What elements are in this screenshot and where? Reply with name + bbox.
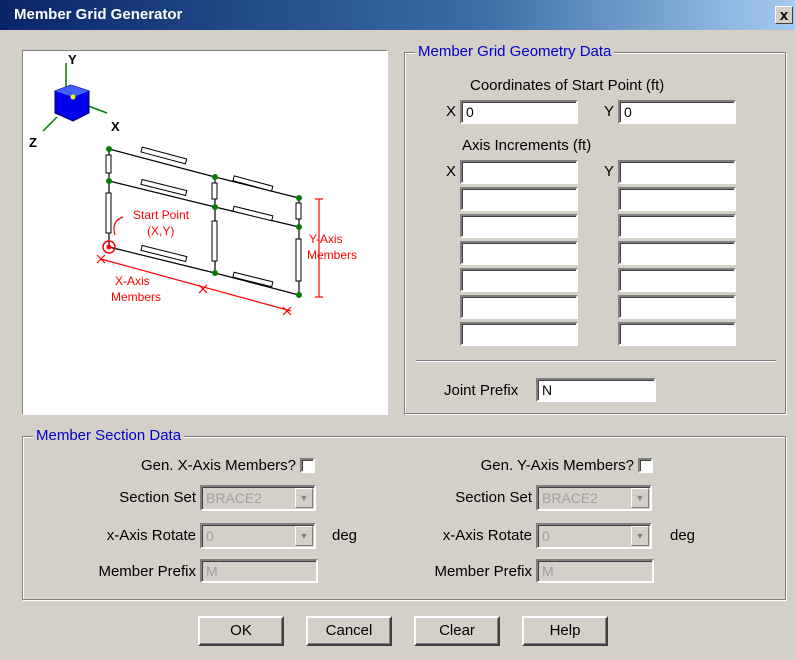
- grid-diagram-panel: Y X Z Start Point (X,Y) Y-Axis Members X…: [22, 50, 388, 415]
- y-increment-input[interactable]: [618, 214, 736, 238]
- chevron-down-icon[interactable]: ▼: [631, 526, 649, 546]
- cancel-button[interactable]: Cancel: [306, 616, 392, 646]
- y-member-prefix-label: Member Prefix: [434, 563, 532, 580]
- geometry-group-title: Member Grid Geometry Data: [415, 43, 615, 61]
- grid-diagram: Y X Z Start Point (X,Y) Y-Axis Members X…: [29, 52, 357, 316]
- geometry-separator: [416, 360, 776, 362]
- y-rotate-label: x-Axis Rotate: [442, 527, 532, 544]
- x-member-prefix-label: Member Prefix: [98, 563, 196, 580]
- y-section-set-value: BRACE2: [542, 490, 599, 506]
- gen-y-checkbox[interactable]: [638, 458, 653, 473]
- gen-x-checkbox[interactable]: [300, 458, 315, 473]
- x-section-set-select[interactable]: BRACE2 ▼: [200, 485, 316, 511]
- joint-prefix-label: Joint Prefix: [444, 382, 519, 399]
- chevron-down-icon[interactable]: ▼: [631, 488, 649, 508]
- x-members-label-2: Members: [111, 290, 161, 304]
- y-rotate-value: 0: [542, 528, 550, 544]
- axis-x-label: X: [111, 119, 120, 134]
- x-increment-input[interactable]: [460, 187, 578, 211]
- increments-label: Axis Increments (ft): [462, 137, 592, 154]
- x-section-set-label: Section Set: [119, 489, 196, 506]
- y-increment-input[interactable]: [618, 322, 736, 346]
- increments-x-label: X: [446, 163, 457, 180]
- section-group-title: Member Section Data: [33, 427, 185, 445]
- chevron-down-icon[interactable]: ▼: [295, 526, 313, 546]
- increments-y-label: Y: [604, 163, 615, 180]
- y-rotate-select[interactable]: 0 ▼: [536, 523, 652, 549]
- y-increment-input[interactable]: [618, 241, 736, 265]
- y-members-label-1: Y-Axis: [309, 232, 343, 246]
- y-increment-input[interactable]: [618, 160, 736, 184]
- close-button[interactable]: x: [775, 6, 793, 24]
- x-increment-input[interactable]: [460, 295, 578, 319]
- chevron-down-icon[interactable]: ▼: [295, 488, 313, 508]
- start-x-label: X: [446, 103, 457, 120]
- y-member-prefix-input[interactable]: [536, 559, 654, 583]
- y-increment-input[interactable]: [618, 295, 736, 319]
- x-increment-input[interactable]: [460, 241, 578, 265]
- joint-prefix-input[interactable]: [536, 378, 656, 402]
- x-deg-label: deg: [332, 527, 358, 544]
- x-rotate-select[interactable]: 0 ▼: [200, 523, 316, 549]
- start-y-label: Y: [604, 103, 615, 120]
- clear-button[interactable]: Clear: [414, 616, 500, 646]
- start-y-input[interactable]: [618, 100, 736, 124]
- x-rotate-value: 0: [206, 528, 214, 544]
- x-increment-input[interactable]: [460, 322, 578, 346]
- x-members-label-1: X-Axis: [115, 274, 150, 288]
- x-section-set-value: BRACE2: [206, 490, 263, 506]
- axis-z-label: Z: [29, 135, 37, 150]
- ok-button[interactable]: OK: [198, 616, 284, 646]
- axis-y-label: Y: [68, 52, 77, 67]
- start-x-input[interactable]: [460, 100, 578, 124]
- gen-x-label: Gen. X-Axis Members?: [140, 457, 296, 474]
- title-bar: Member Grid Generator: [0, 0, 795, 30]
- x-member-prefix-input[interactable]: [200, 559, 318, 583]
- x-increment-input[interactable]: [460, 160, 578, 184]
- coords-label: Coordinates of Start Point (ft): [470, 77, 665, 94]
- gen-y-label: Gen. Y-Axis Members?: [480, 457, 634, 474]
- axis-triad-icon: Y X Z: [29, 52, 120, 150]
- y-increment-input[interactable]: [618, 187, 736, 211]
- y-members-label-2: Members: [307, 248, 357, 262]
- help-button[interactable]: Help: [522, 616, 608, 646]
- y-deg-label: deg: [670, 527, 696, 544]
- x-increment-input[interactable]: [460, 268, 578, 292]
- start-point-label: Start Point: [133, 208, 190, 222]
- y-section-set-select[interactable]: BRACE2 ▼: [536, 485, 652, 511]
- window-title: Member Grid Generator: [14, 6, 183, 23]
- x-increment-input[interactable]: [460, 214, 578, 238]
- y-increment-input[interactable]: [618, 268, 736, 292]
- y-section-set-label: Section Set: [455, 489, 532, 506]
- start-point-coords: (X,Y): [147, 224, 174, 238]
- x-rotate-label: x-Axis Rotate: [106, 527, 196, 544]
